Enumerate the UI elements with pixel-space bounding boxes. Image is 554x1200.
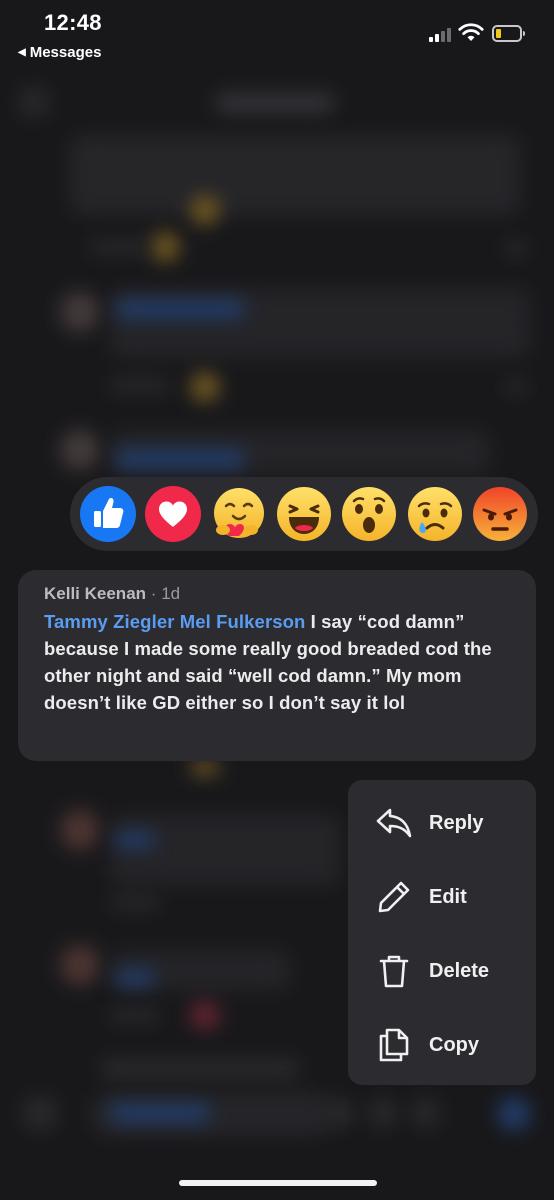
- comment-age: 1d: [161, 584, 181, 603]
- sad-reaction-button[interactable]: [407, 486, 463, 542]
- reply-label: Reply: [429, 811, 484, 834]
- edit-label: Edit: [429, 885, 467, 908]
- love-icon: [145, 486, 202, 542]
- haha-icon: [276, 487, 331, 541]
- like-icon: [80, 486, 136, 542]
- comment-header: Kelli Keenan · 1d: [44, 584, 510, 604]
- comment-text: Tammy Ziegler Mel Fulkerson I say “cod d…: [44, 608, 510, 716]
- haha-reaction-button[interactable]: [276, 486, 332, 542]
- cellular-signal-icon: [429, 28, 451, 42]
- love-reaction-button[interactable]: [145, 486, 202, 542]
- sad-icon: [407, 487, 462, 541]
- back-to-app-button[interactable]: ◀ Messages: [18, 44, 101, 61]
- care-reaction-button[interactable]: [211, 486, 267, 542]
- copy-menu-item[interactable]: Copy: [348, 1008, 536, 1082]
- delete-menu-item[interactable]: Delete: [348, 934, 536, 1008]
- copy-label: Copy: [429, 1033, 479, 1056]
- pencil-icon: [378, 881, 410, 913]
- angry-reaction-button[interactable]: [472, 486, 528, 542]
- edit-menu-item[interactable]: Edit: [348, 860, 536, 934]
- home-indicator[interactable]: [179, 1180, 377, 1186]
- comment-mention[interactable]: Tammy Ziegler Mel Fulkerson: [44, 611, 305, 632]
- delete-label: Delete: [429, 959, 490, 982]
- reaction-bar: [70, 477, 538, 551]
- comment-separator: ·: [150, 584, 157, 603]
- reply-icon: [376, 808, 412, 838]
- comment-author[interactable]: Kelli Keenan: [44, 584, 146, 603]
- copy-icon: [379, 1028, 409, 1062]
- battery-icon: [492, 25, 525, 42]
- like-reaction-button[interactable]: [80, 486, 136, 542]
- comment-bubble[interactable]: Kelli Keenan · 1d Tammy Ziegler Mel Fulk…: [18, 570, 536, 761]
- comment-context-menu: Reply Edit Delete Copy: [348, 780, 536, 1085]
- reply-menu-item[interactable]: Reply: [348, 786, 536, 860]
- status-bar: 12:48 ◀ Messages: [0, 0, 554, 72]
- back-triangle-icon: ◀: [18, 47, 26, 58]
- status-time: 12:48: [44, 10, 102, 35]
- wifi-icon: [458, 23, 484, 41]
- trash-icon: [379, 955, 409, 988]
- wow-reaction-button[interactable]: [341, 486, 397, 542]
- back-app-label: Messages: [29, 44, 102, 61]
- wow-icon: [342, 487, 397, 541]
- angry-icon: [472, 487, 527, 541]
- care-icon: [213, 488, 264, 538]
